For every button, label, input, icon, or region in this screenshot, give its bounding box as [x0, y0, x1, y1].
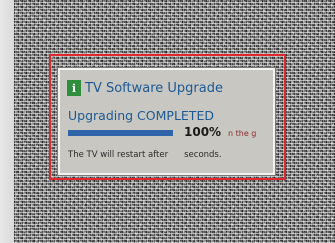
software-upgrade-dialog: i TV Software Upgrade Upgrading COMPLETE… — [58, 68, 275, 175]
progress-percent: 100% — [184, 125, 222, 139]
progress-bar — [68, 130, 173, 136]
restart-notice-suffix: seconds. — [184, 150, 222, 160]
info-icon: i — [67, 80, 81, 96]
dialog-title: TV Software Upgrade — [85, 80, 223, 96]
progress-bar-fill — [68, 130, 173, 136]
restart-notice: The TV will restart after seconds. — [68, 150, 222, 160]
partial-side-text: n the g — [228, 129, 257, 138]
tv-bezel — [0, 0, 14, 243]
upgrade-status: Upgrading COMPLETED — [68, 108, 214, 123]
progress-row: 100% n the g — [68, 125, 273, 143]
dialog-title-bar: i TV Software Upgrade — [63, 77, 271, 99]
restart-notice-prefix: The TV will restart after — [68, 150, 169, 160]
